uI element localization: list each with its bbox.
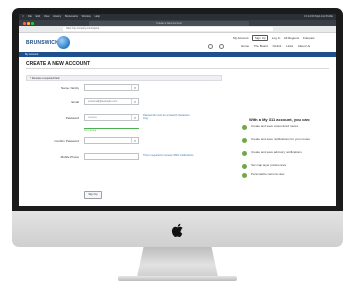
address-bar-row: https://my.company.com/signup [19,26,336,33]
menu-item[interactable]: Edit [36,15,40,18]
password-strength-text: Very strong [84,129,97,132]
confirm-password-field[interactable]: ▾ [84,137,139,144]
chevron-down-icon[interactable]: ▾ [131,99,138,105]
chevron-down-icon[interactable]: ▾ [131,138,138,144]
search-icon[interactable] [219,44,225,49]
benefit-text: Create and save notifications for your r… [251,137,310,141]
site-logo-text[interactable]: BRUNSWICK [26,40,59,46]
email-value: youremail@example.com [88,100,118,103]
settings-icon[interactable] [208,44,213,49]
benefit-text: Set map layer preferences [251,163,287,167]
menu-item[interactable]: Help [95,15,100,18]
menu-item[interactable]: Window [82,15,91,18]
sign-up-button[interactable]: Sign Up [84,191,102,199]
benefit-text: Personalize camera view [251,172,285,176]
chevron-down-icon[interactable]: ▾ [131,85,138,91]
mobile-phone-label: Mobile Phone [60,155,79,159]
name-label: Name / Entity [60,86,79,90]
monitor-stand-neck [137,247,218,277]
nav-about[interactable]: About Us [298,44,310,48]
benefit-item: Create and save customized routes [242,124,331,130]
menu-item[interactable]: View [44,15,50,18]
close-window-icon[interactable] [23,22,26,25]
password-value: •••••••••• [88,116,98,119]
required-note: * Denotes a required field [26,75,222,81]
password-field[interactable]: •••••••••• ▾ [84,114,139,121]
language-link[interactable]: Français [303,36,315,40]
benefit-item: Set map layer preferences [242,163,331,169]
main-nav: Home The Board NL311 Links About Us [241,44,314,48]
breadcrumb[interactable]: My Account [25,52,38,57]
check-icon [242,125,247,130]
benefit-item: Personalize camera view [242,172,331,178]
globe-logo-icon[interactable] [57,36,70,49]
benefits-title: With a My 311 account, you can: [249,117,311,122]
imac-device:  File Edit View History Bookmarks Windo… [0,0,355,291]
benefit-text: Create and save advisory notifications [251,150,302,154]
password-label: Password [65,116,79,120]
address-bar[interactable]: https://my.company.com/signup [63,27,273,31]
nav-links[interactable]: Links [286,44,293,48]
apple-icon [171,223,183,237]
name-field[interactable]: ▾ [84,84,139,91]
zoom-window-icon[interactable] [31,22,34,25]
menu-item[interactable]: Bookmarks [65,15,78,18]
my-account-link[interactable]: My Account [233,36,249,40]
top-links: My Account Sign Up Log In All Regions Fr… [233,35,317,41]
minimize-window-icon[interactable] [27,22,30,25]
check-icon [242,151,247,156]
email-label: Email [71,100,79,104]
chevron-down-icon[interactable]: ▾ [131,115,138,121]
mobile-phone-field[interactable] [84,153,139,160]
check-icon [242,138,247,143]
regions-dropdown[interactable]: All Regions [284,36,299,40]
screen:  File Edit View History Bookmarks Windo… [19,14,336,206]
check-icon [242,164,247,169]
benefit-item: Create and save notifications for your r… [242,137,331,143]
email-field[interactable]: youremail@example.com ▾ [84,98,139,105]
nav-nl311[interactable]: NL311 [273,44,282,48]
site-header: BRUNSWICK My Account Sign Up Log In All … [19,33,336,51]
mobile-phone-hint: This is required to receive SMS notifica… [143,154,194,157]
check-icon [242,173,247,178]
password-hint: Passwords must be at least 8 characters … [143,114,190,121]
nav-board[interactable]: The Board [254,44,268,48]
monitor-stand-foot [118,276,237,281]
apple-menu-icon[interactable]:  [22,15,24,18]
confirm-password-label: Confirm Password [54,139,79,143]
menu-item[interactable]: History [53,15,61,18]
sign-up-link[interactable]: Sign Up [252,35,269,41]
nav-home[interactable]: Home [241,44,249,48]
benefit-item: Create and save advisory notifications [242,150,331,156]
breadcrumb-bar: My Account [19,52,336,57]
log-in-link[interactable]: Log In [272,36,280,40]
menu-item[interactable]: File [28,15,32,18]
page-title: CREATE A NEW ACCOUNT [26,61,91,67]
divider [26,68,329,69]
benefit-text: Create and save customized routes [251,124,299,128]
